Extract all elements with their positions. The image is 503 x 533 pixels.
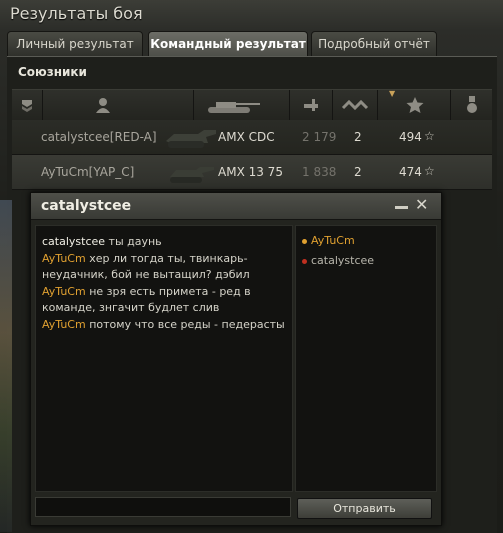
message-text: ты даунь: [105, 235, 162, 248]
message-text: потому что все реды - педерасты: [85, 317, 285, 331]
medals-column-header[interactable]: [451, 90, 492, 120]
platoon-icon: [22, 100, 32, 112]
chat-message: catalystcee ты даунь: [36, 234, 292, 251]
player-name: AyTuCm[YAP_C]: [41, 165, 135, 179]
frags-column-header[interactable]: [333, 90, 378, 120]
message-sender: catalystcee: [42, 235, 106, 248]
chat-member[interactable]: catalystcee: [302, 254, 374, 267]
window-title: Результаты боя: [10, 4, 143, 23]
damage-value: 2 179: [302, 130, 337, 144]
chat-message: AyTuCm потому что все реды - педерасты: [36, 317, 292, 334]
close-icon[interactable]: ✕: [415, 196, 428, 214]
xp-column-header[interactable]: ▼: [378, 89, 451, 120]
platoon-column-header[interactable]: [12, 90, 43, 120]
medal-icon: [467, 96, 477, 113]
chat-input[interactable]: [35, 497, 291, 517]
sort-arrow-icon: ▼: [389, 89, 396, 98]
tab-team-result[interactable]: Командный результат: [148, 31, 308, 56]
status-dot-icon: [302, 258, 307, 264]
xp-value: 494: [399, 130, 422, 144]
chat-message: AyTuCm не зря есть примета - ред в коман…: [36, 284, 292, 317]
message-list: catalystcee ты даунь AyTuCm хер ли тогда…: [36, 234, 292, 333]
message-sender: AyTuCm: [42, 251, 86, 265]
table-header: ▼: [12, 89, 492, 121]
frags-icon: [341, 99, 369, 111]
player-row[interactable]: AyTuCm[YAP_C] AMX 13 75 1 838 2 474 ☆: [12, 155, 492, 190]
allies-section-title: Союзники: [18, 65, 87, 79]
frags-value: 2: [354, 165, 362, 179]
damage-value: 1 838: [302, 165, 337, 179]
xp-value: 474: [399, 165, 422, 179]
chat-message: AyTuCm хер ли тогда ты, твинкарь-неудачн…: [36, 251, 292, 284]
damage-column-header[interactable]: [290, 90, 333, 120]
player-name: catalystcee[RED-A]: [41, 130, 157, 144]
send-button[interactable]: Отправить: [297, 498, 432, 519]
message-sender: AyTuCm: [42, 284, 86, 298]
battle-results-window: Результаты боя Личный результат Командны…: [0, 0, 503, 533]
tank-image: [170, 167, 214, 183]
member-name: catalystcee: [311, 254, 375, 267]
member-name: AyTuCm: [311, 234, 355, 247]
message-sender: AyTuCm: [42, 317, 86, 331]
chat-window: catalystcee ✕ catalystcee ты даунь AyTuC…: [30, 192, 442, 526]
chat-title-bar[interactable]: catalystcee ✕: [31, 193, 441, 220]
background-scenery: [0, 200, 12, 532]
tank-icon: [208, 102, 260, 113]
tab-detailed-report[interactable]: Подробный отчёт: [311, 31, 437, 56]
frags-value: 2: [354, 130, 362, 144]
xp-star-icon: ☆: [424, 164, 435, 178]
status-dot-icon: [302, 238, 307, 244]
xp-star-icon: [406, 97, 424, 113]
vehicle-name: AMX CDC: [218, 130, 275, 144]
chat-title: catalystcee: [41, 198, 132, 214]
xp-star-icon: ☆: [424, 129, 435, 143]
player-column-header[interactable]: [43, 90, 194, 120]
message-pane[interactable]: catalystcee ты даунь AyTuCm хер ли тогда…: [35, 225, 293, 492]
minimize-icon[interactable]: [395, 201, 408, 210]
tab-personal-result[interactable]: Личный результат: [7, 31, 143, 56]
tab-bar: Личный результат Командный результат Под…: [7, 31, 497, 56]
player-icon: [96, 98, 110, 113]
vehicle-column-header[interactable]: [194, 90, 290, 120]
player-row[interactable]: catalystcee[RED-A] AMX CDC 2 179 2 494 ☆: [12, 120, 492, 155]
chat-member[interactable]: AyTuCm: [302, 234, 355, 247]
vehicle-name: AMX 13 75: [218, 165, 283, 179]
damage-icon: [304, 99, 318, 111]
chat-members-pane: AyTuCm catalystcee: [295, 225, 437, 492]
tank-image: [166, 130, 216, 148]
